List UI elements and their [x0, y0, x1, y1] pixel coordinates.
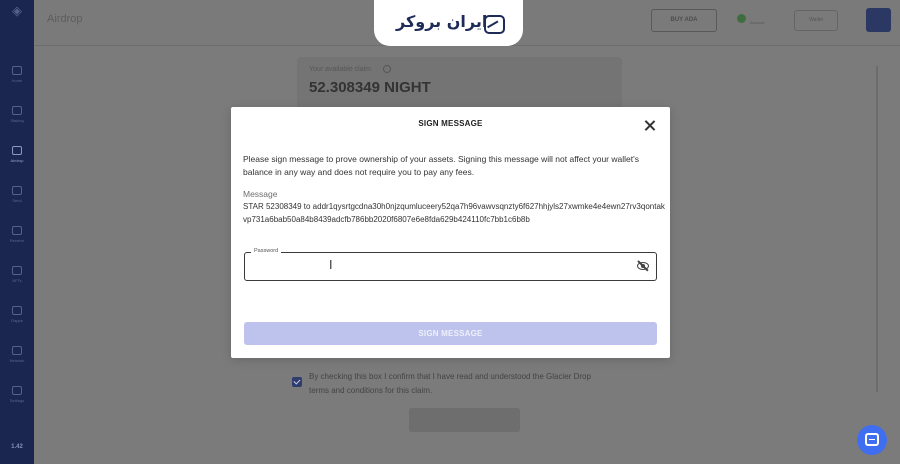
- gear-icon: [12, 386, 22, 395]
- send-icon: [12, 186, 22, 195]
- sign-message-modal: SIGN MESSAGE Please sign message to prov…: [231, 107, 670, 358]
- balance-value: 52.308349 NIGHT: [309, 79, 431, 96]
- sidebar-item-settings[interactable]: Settings: [0, 386, 34, 403]
- info-icon[interactable]: [383, 65, 391, 73]
- message-label: Message: [243, 189, 278, 199]
- wallet-icon: [12, 66, 22, 75]
- modal-description: Please sign message to prove ownership o…: [243, 154, 639, 177]
- page-scrollbar[interactable]: [876, 66, 878, 392]
- terms-checkbox[interactable]: [292, 377, 302, 387]
- claim-button[interactable]: [409, 408, 520, 432]
- modal-title: SIGN MESSAGE: [418, 119, 483, 128]
- eye-off-icon[interactable]: [637, 260, 650, 272]
- menu-button[interactable]: [866, 8, 891, 32]
- gift-icon: [12, 146, 22, 155]
- sidebar-item-receive[interactable]: Receive: [0, 226, 34, 243]
- grid-icon: [12, 306, 22, 315]
- password-label: Password: [251, 248, 282, 254]
- sidebar-item-airdrop[interactable]: Airdrop: [0, 146, 34, 163]
- password-field[interactable]: Password I: [244, 248, 657, 281]
- buy-button[interactable]: BUY ADA: [651, 9, 717, 32]
- lock-icon: [12, 106, 22, 115]
- wallet-selector[interactable]: Wallet: [794, 10, 838, 31]
- balance-card: Your available claim 52.308349 NIGHT: [297, 57, 622, 112]
- network-icon: [12, 346, 22, 355]
- sidebar-item-send[interactable]: Send: [0, 186, 34, 203]
- chat-icon: [865, 433, 879, 446]
- sidebar-item-nfts[interactable]: NFTs: [0, 266, 34, 283]
- terms-text: By checking this box I confirm that I ha…: [309, 372, 591, 395]
- sidebar-item-staking[interactable]: Staking: [0, 106, 34, 123]
- message-text: STAR 52308349 to addr1qysrtgcdna30h0njzq…: [243, 202, 665, 224]
- app-version: 1.42: [11, 444, 23, 450]
- receive-icon: [12, 226, 22, 235]
- sidebar-item-dapps[interactable]: Dapps: [0, 306, 34, 323]
- sidebar-item-home[interactable]: Home: [0, 66, 34, 83]
- brand-watermark: ایران بروکر: [374, 0, 523, 46]
- chat-button[interactable]: [857, 425, 887, 455]
- chart-logo-icon: [484, 15, 505, 34]
- image-icon: [12, 266, 22, 275]
- balance-label: Your available claim: [309, 66, 371, 73]
- page-title: Airdrop: [47, 13, 83, 25]
- brand-logo-text: ایران بروکر: [396, 12, 488, 31]
- text-cursor-icon: I: [329, 258, 333, 272]
- sign-message-button[interactable]: SIGN MESSAGE: [244, 322, 657, 345]
- close-icon[interactable]: [643, 119, 657, 133]
- sidebar: ◈ Home Staking Airdrop Send Receive NFTs…: [0, 0, 34, 464]
- sidebar-item-network[interactable]: Network: [0, 346, 34, 363]
- password-input[interactable]: [251, 259, 631, 274]
- account-label: Account: [750, 20, 765, 25]
- app-logo: ◈: [12, 4, 22, 19]
- account-avatar[interactable]: [737, 14, 746, 23]
